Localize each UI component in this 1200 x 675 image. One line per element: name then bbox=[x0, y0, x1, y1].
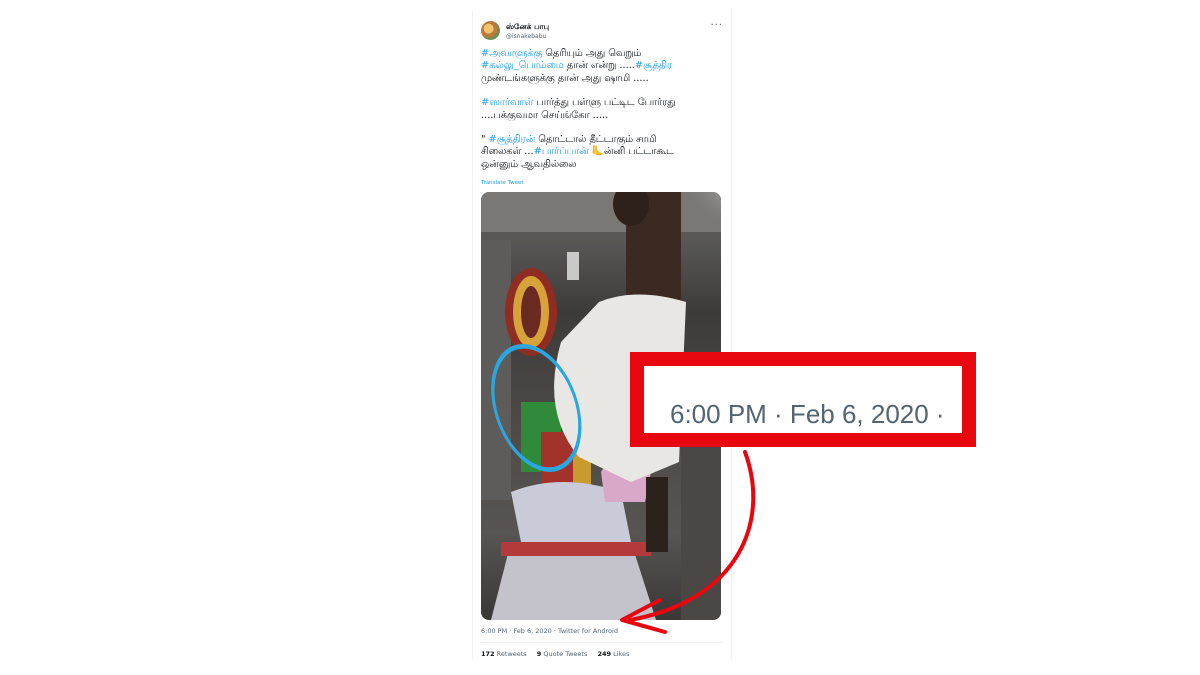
annotation-arrow bbox=[620, 450, 756, 634]
red-arrow-curve bbox=[628, 450, 756, 622]
